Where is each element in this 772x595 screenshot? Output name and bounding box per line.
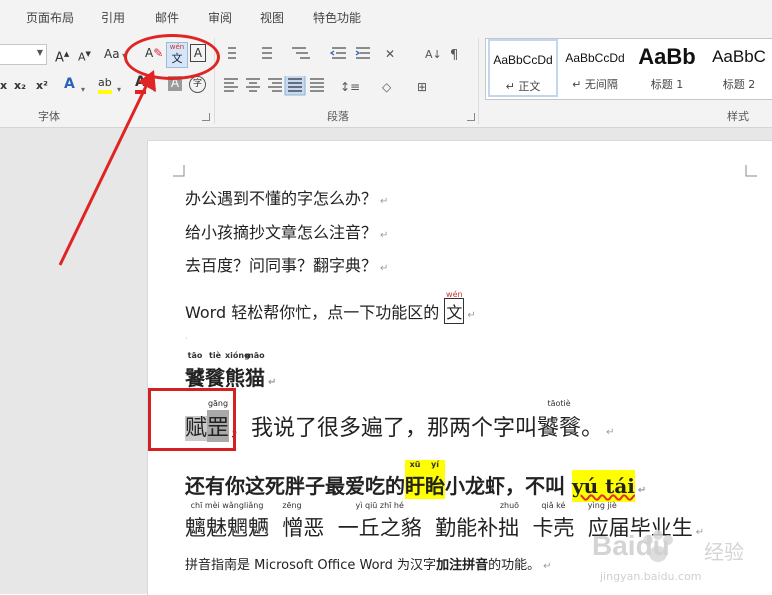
decrease-indent-icon — [329, 47, 346, 59]
doc-line: 办公遇到不懂的字怎么办？ ↵ — [185, 189, 389, 208]
paragraph-mark: · — [185, 334, 188, 343]
distributed-icon — [310, 78, 324, 92]
baidu-watermark: Baidu 经验 jingyan.baidu.com — [586, 522, 766, 592]
increase-indent-icon — [355, 47, 370, 59]
strikethrough-button[interactable]: x — [0, 78, 7, 94]
paragraph-dialog-launcher[interactable] — [467, 113, 475, 121]
align-right-icon — [268, 78, 282, 92]
style-tile-heading-2[interactable]: AaBbC 标题 2 — [704, 39, 772, 97]
tab-references[interactable]: 引用 — [101, 9, 125, 26]
doc-line: Word 轻松帮你忙，点一下功能区的 wén 文 ↵ — [185, 290, 476, 324]
grow-font-button[interactable]: A▲ — [55, 46, 69, 66]
paragraph-row2-icons: ↕≡ ◇ ⊞ — [224, 76, 427, 96]
shrink-font-button[interactable]: A▼ — [78, 46, 91, 66]
margin-corner-icon — [745, 165, 757, 177]
ribbon-tabs: 页面布局 引用 邮件 审阅 视图 特色功能 — [0, 0, 772, 34]
styles-group-label: 样式 — [727, 110, 749, 123]
annotation-arrow — [58, 70, 156, 266]
sort-icon: A↓ — [425, 48, 442, 61]
style-tile-normal[interactable]: AaBbCcDd ↵ 正文 — [488, 39, 558, 97]
doc-line: 给小孩摘抄文章怎么注音？ ↵ — [185, 223, 389, 242]
tab-review[interactable]: 审阅 — [208, 9, 232, 26]
doc-line: 还有你这死胖子最爱吃的 xū 盱 yí 眙小龙虾，不叫 yú tái ↵ — [185, 460, 646, 502]
doc-line: 拼音指南是 Microsoft Office Word 为汉字加注拼音的功能。 ↵ — [185, 558, 552, 573]
align-left-icon — [224, 78, 238, 92]
superscript-button[interactable]: x² — [36, 78, 48, 94]
chevron-down-icon: ▼ — [36, 48, 43, 57]
numbering-icon — [262, 47, 272, 59]
phonetic-icon-inline: wén 文 — [444, 290, 465, 324]
change-case-button[interactable]: Aa ▾ — [104, 46, 126, 64]
group-divider — [478, 38, 479, 124]
tab-special-features[interactable]: 特色功能 — [313, 9, 361, 26]
font-dialog-launcher[interactable] — [202, 113, 210, 121]
paragraph-row1-icons: ✕ A↓ ¶ — [228, 47, 458, 63]
borders-icon: ⊞ — [417, 80, 427, 94]
styles-gallery: AaBbCcDd ↵ 正文 AaBbCcDd ↵ 无间隔 AaBb 标题 1 A… — [485, 38, 772, 100]
show-marks-icon: ¶ — [450, 48, 458, 63]
font-size-box[interactable]: ▼ — [0, 44, 47, 65]
doc-line: 赋 gāng 罡，我说了很多遍了，那两个字叫 tāotiè 饕餮。 ↵ — [185, 399, 615, 442]
tab-page-layout[interactable]: 页面布局 — [26, 9, 74, 26]
chinese-layout-icon: ✕ — [385, 47, 395, 61]
doc-heading: tāo 饕 tiè 餮 xióng 熊 māo 猫 ↵ — [185, 351, 277, 390]
subscript-button[interactable]: x₂ — [14, 78, 26, 94]
tab-mailings[interactable]: 邮件 — [155, 9, 179, 26]
style-tile-no-spacing[interactable]: AaBbCcDd ↵ 无间隔 — [560, 39, 630, 97]
shading-icon: ◇ — [382, 80, 392, 94]
style-tile-heading-1[interactable]: AaBb 标题 1 — [632, 39, 702, 97]
paragraph-group-label: 段落 — [327, 110, 349, 123]
annotation-rectangle — [148, 388, 236, 451]
tab-view[interactable]: 视图 — [260, 9, 284, 26]
enclose-char-button[interactable]: 字 — [189, 76, 206, 93]
doc-line: 去百度？问同事？翻字典？ ↵ — [185, 256, 389, 275]
multilevel-list-icon — [292, 47, 310, 59]
margin-corner-icon — [173, 165, 185, 177]
bullets-icon — [228, 47, 236, 59]
line-spacing-icon: ↕≡ — [340, 80, 360, 94]
align-center-icon — [246, 78, 260, 92]
